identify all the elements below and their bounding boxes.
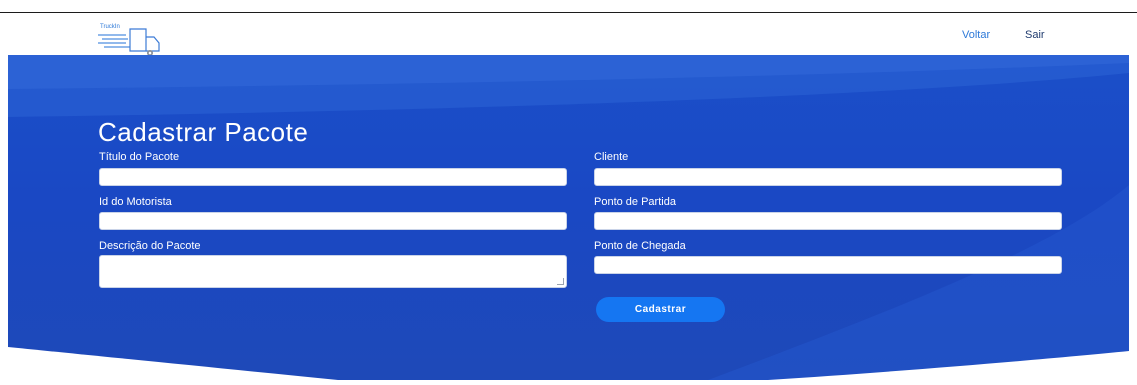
label-cliente: Cliente — [594, 151, 629, 163]
truck-logo-icon[interactable]: TruckIn — [96, 23, 166, 57]
descricao-textarea[interactable] — [99, 255, 567, 288]
label-chegada: Ponto de Chegada — [594, 240, 686, 252]
label-partida: Ponto de Partida — [594, 196, 676, 208]
label-titulo: Título do Pacote — [99, 151, 180, 163]
hero-section: Cadastrar Pacote Título do Pacote Id do … — [8, 55, 1129, 380]
page-title: Cadastrar Pacote — [98, 117, 309, 147]
cadastrar-button[interactable]: Cadastrar — [596, 297, 725, 322]
label-motorista: Id do Motorista — [99, 196, 172, 208]
label-descricao: Descrição do Pacote — [99, 240, 201, 252]
resize-handle-icon[interactable] — [557, 278, 564, 285]
nav-voltar-link[interactable]: Voltar — [962, 29, 990, 41]
cliente-input[interactable] — [594, 168, 1062, 186]
chegada-input[interactable] — [594, 256, 1062, 274]
titulo-input[interactable] — [99, 168, 567, 186]
navbar: TruckIn Voltar Sair — [0, 13, 1137, 57]
motorista-input[interactable] — [99, 212, 567, 230]
nav-sair-link[interactable]: Sair — [1025, 29, 1045, 41]
logo-text: TruckIn — [100, 24, 120, 30]
partida-input[interactable] — [594, 212, 1062, 230]
